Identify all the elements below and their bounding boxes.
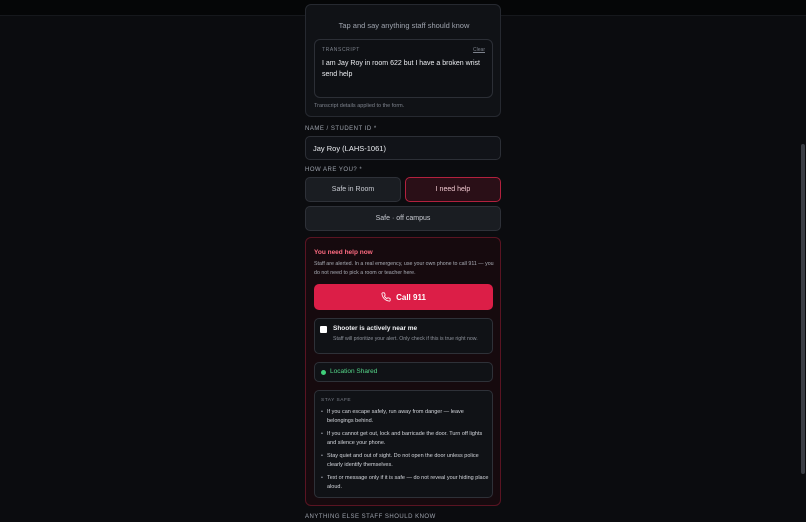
location-status-text: Location Shared (330, 368, 378, 375)
option-i-need-help[interactable]: I need help (405, 177, 501, 202)
additional-info-label: ANYTHING ELSE STAFF SHOULD KNOW (305, 514, 436, 520)
location-status: Location Shared (314, 362, 493, 382)
shooter-description: Staff will prioritize your alert. Only c… (333, 336, 478, 342)
help-title: You need help now (314, 249, 373, 256)
transcript-box: TRANSCRIPT Clear I am Jay Roy in room 62… (314, 39, 493, 98)
shooter-checkbox[interactable] (320, 326, 327, 333)
tip-text: If you can escape safely, run away from … (327, 409, 464, 424)
option-safe-off-campus[interactable]: Safe · off campus (305, 206, 501, 231)
help-now-card: You need help now Staff are alerted. In … (305, 237, 501, 506)
call-911-button[interactable]: Call 911 (314, 284, 493, 310)
list-item: • Stay quiet and out of sight. Do not op… (321, 452, 489, 470)
name-field-label: NAME / STUDENT ID * (305, 126, 377, 132)
phone-icon (381, 292, 391, 302)
shooter-nearby-option[interactable]: Shooter is actively near me Staff will p… (314, 318, 493, 354)
tip-text: Stay quiet and out of sight. Do not open… (327, 453, 479, 468)
list-item: • Text or message only if it is safe — d… (321, 474, 489, 492)
transcript-text: I am Jay Roy in room 622 but I have a br… (322, 60, 480, 78)
option-safe-in-room[interactable]: Safe in Room (305, 177, 401, 202)
location-status-dot (321, 370, 326, 375)
call-911-label: Call 911 (396, 292, 426, 302)
status-field-label: HOW ARE YOU? * (305, 167, 363, 173)
scrollbar[interactable] (800, 16, 806, 522)
transcript-label: TRANSCRIPT (322, 47, 360, 53)
transcript-note: Transcript details applied to the form. (314, 103, 405, 109)
tip-text: If you cannot get out, lock and barricad… (327, 431, 483, 446)
help-description: Staff are alerted. In a real emergency, … (314, 261, 494, 276)
list-item: • If you cannot get out, lock and barric… (321, 430, 489, 448)
shooter-title: Shooter is actively near me (333, 325, 418, 332)
clear-transcript-button[interactable]: Clear (473, 47, 485, 53)
tip-text: Text or message only if it is safe — do … (327, 475, 489, 490)
voice-hint: Tap and say anything staff should know (338, 21, 470, 30)
voice-input-card[interactable]: Tap and say anything staff should know T… (305, 4, 501, 117)
list-item: • If you can escape safely, run away fro… (321, 408, 489, 426)
stay-safe-label: STAY SAFE (321, 398, 352, 403)
stay-safe-box: STAY SAFE • If you can escape safely, ru… (314, 390, 493, 498)
scrollbar-thumb[interactable] (801, 144, 805, 474)
name-student-id-input[interactable] (305, 136, 501, 160)
